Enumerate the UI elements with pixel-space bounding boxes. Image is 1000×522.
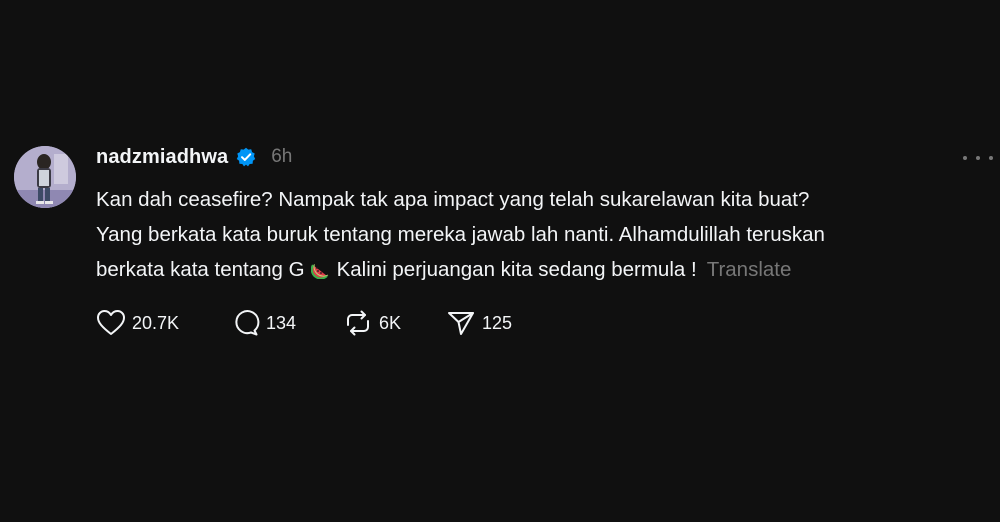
avatar-photo	[14, 146, 76, 208]
translate-link[interactable]: Translate	[707, 258, 792, 281]
share-button[interactable]: 125	[446, 309, 512, 337]
post-text: Kan dah ceasefire? Nampak tak apa impact…	[96, 182, 976, 287]
post-time: 6h	[271, 146, 293, 167]
post-text-line-group: berkata kata tentang G Kalini perjuangan…	[96, 252, 976, 287]
watermelon-icon	[310, 255, 331, 280]
heart-icon	[96, 309, 126, 337]
more-horizontal-icon	[976, 156, 980, 160]
like-count: 20.7K	[132, 312, 180, 333]
more-options-button[interactable]	[963, 148, 993, 168]
more-horizontal-icon	[963, 156, 967, 160]
post-header: nadzmiadhwa 6h	[96, 144, 292, 170]
comment-icon	[230, 309, 260, 337]
post-actions: 20.7K 134 6K 125	[96, 308, 512, 338]
post-text-line: Yang berkata kata buruk tentang mereka j…	[96, 223, 825, 246]
username[interactable]: nadzmiadhwa	[96, 146, 228, 169]
post-text-segment: berkata kata tentang G	[96, 258, 305, 281]
post-text-segment: Kalini perjuangan kita sedang bermula !	[336, 258, 697, 281]
repost-icon	[343, 309, 373, 337]
share-count: 125	[482, 312, 513, 333]
verified-badge-icon	[236, 147, 256, 167]
post-text-line: Kan dah ceasefire? Nampak tak apa impact…	[96, 188, 810, 211]
avatar[interactable]	[14, 146, 76, 208]
reply-button[interactable]: 134	[230, 309, 343, 337]
reply-count: 134	[266, 312, 297, 333]
repost-count: 6K	[379, 312, 402, 333]
repost-button[interactable]: 6K	[343, 309, 446, 337]
more-horizontal-icon	[989, 156, 993, 160]
thread-post: nadzmiadhwa 6h Kan dah ceasefire? Nampak…	[0, 0, 1000, 522]
send-icon	[446, 309, 476, 337]
like-button[interactable]: 20.7K	[96, 309, 230, 337]
